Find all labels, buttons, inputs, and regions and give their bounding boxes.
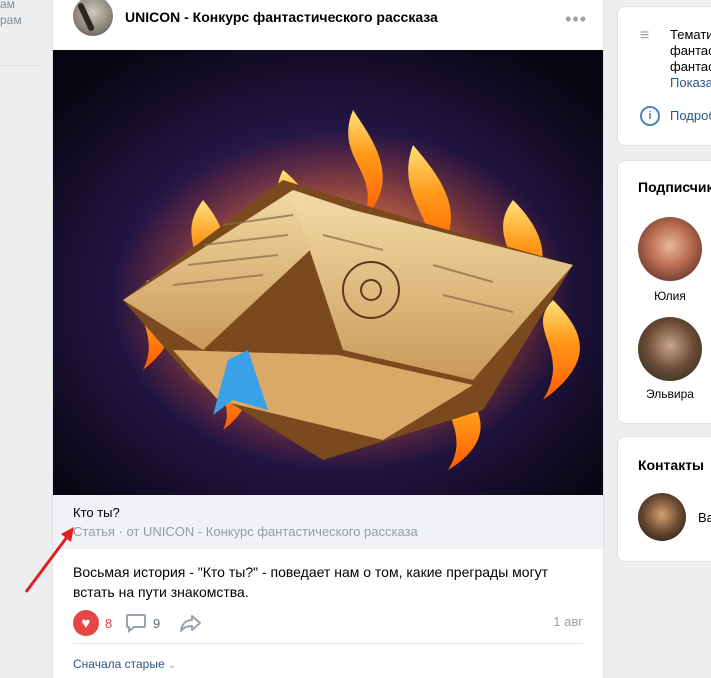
chevron-down-icon: ⌄ — [168, 660, 177, 671]
heart-icon: ♥ — [73, 610, 99, 636]
comment-icon — [126, 614, 146, 633]
left-menu-item[interactable]: ам — [0, 0, 15, 11]
post-date[interactable]: 1 авг — [553, 614, 583, 629]
group-name-link[interactable]: UNICON - Конкурс фантастического рассказ… — [125, 9, 438, 25]
like-count: 8 — [105, 615, 113, 631]
left-menu: ам рам — [0, 0, 42, 678]
contacts-card: Контакты Ва — [617, 436, 711, 562]
article-subtitle: Статья · от UNICON - Конкурс фантастичес… — [73, 524, 418, 539]
burning-book-illustration — [53, 50, 603, 495]
followers-title[interactable]: Подписчик — [638, 179, 711, 195]
contacts-title[interactable]: Контакты — [638, 457, 704, 473]
left-menu-item[interactable]: рам — [0, 13, 22, 27]
follower-avatar[interactable] — [638, 217, 702, 281]
wall-post: UNICON - Конкурс фантастического рассказ… — [52, 0, 604, 678]
article-attachment[interactable]: Кто ты? Статья · от UNICON - Конкурс фан… — [53, 495, 603, 549]
article-cover-image[interactable] — [53, 50, 603, 495]
group-avatar[interactable] — [73, 0, 113, 36]
topic-line: фантаст — [670, 43, 711, 58]
menu-lines-icon: ≡ — [640, 27, 650, 44]
follower-name[interactable]: Эльвира — [630, 387, 710, 401]
contact-avatar[interactable] — [638, 493, 686, 541]
article-title[interactable]: Кто ты? — [73, 505, 120, 520]
share-button[interactable] — [179, 610, 203, 636]
comment-button[interactable]: 9 — [125, 610, 160, 636]
followers-card: Подписчик Юлия Эльвира — [617, 160, 711, 424]
comment-count: 9 — [153, 615, 161, 631]
topic-line: Темати — [670, 27, 711, 42]
comments-divider — [73, 643, 583, 644]
details-link[interactable]: Подроб — [670, 108, 711, 123]
share-icon — [180, 615, 201, 632]
post-actions: ♥ 8 9 1 авг — [73, 610, 583, 636]
follower-avatar[interactable] — [638, 317, 702, 381]
post-text: Восьмая история - "Кто ты?" - поведает н… — [73, 564, 549, 600]
comments-sort-dropdown[interactable]: Сначала старые ⌄ — [73, 657, 176, 671]
topic-line: фантаст — [670, 59, 711, 74]
info-icon: i — [640, 106, 660, 126]
show-more-link[interactable]: Показа — [670, 75, 711, 91]
follower-name[interactable]: Юлия — [630, 289, 710, 303]
more-options-icon[interactable]: ••• — [565, 9, 587, 30]
sort-label: Сначала старые — [73, 657, 165, 671]
community-info-card: ≡ Темати фантаст фантаст Показа i Подроб — [617, 6, 711, 146]
contact-name[interactable]: Ва — [698, 510, 711, 525]
like-button[interactable]: ♥ 8 — [73, 610, 112, 636]
left-menu-divider — [0, 65, 42, 66]
